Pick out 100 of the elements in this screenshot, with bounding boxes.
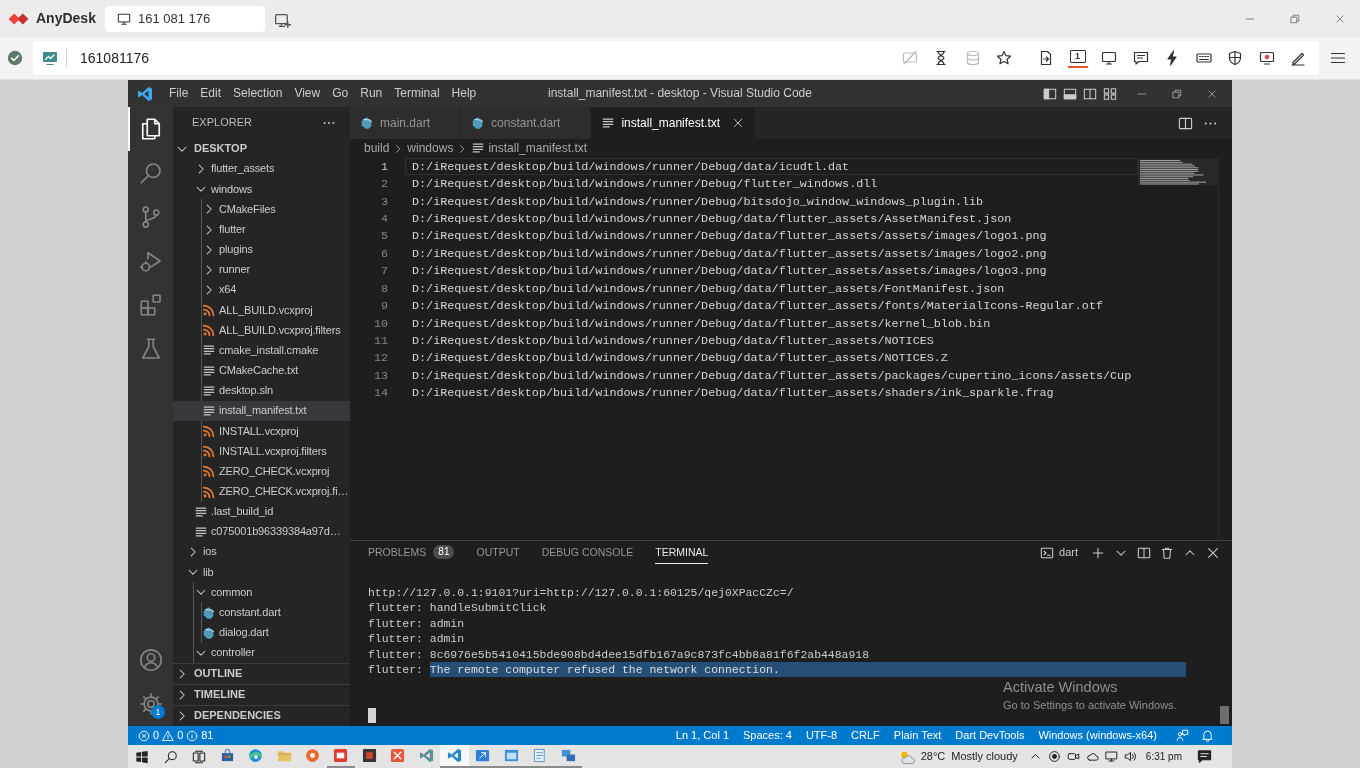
tree-item[interactable]: CMakeFiles bbox=[173, 199, 350, 220]
tree-item[interactable]: install_manifest.txt bbox=[173, 400, 350, 422]
breadcrumb[interactable]: windows bbox=[407, 141, 454, 156]
layout-columns-icon[interactable] bbox=[1083, 86, 1097, 101]
tree-item[interactable]: .last_build_id bbox=[173, 501, 350, 522]
monitor-icon[interactable] bbox=[1101, 50, 1117, 66]
search-icon[interactable] bbox=[163, 749, 178, 764]
pen-icon[interactable] bbox=[1290, 50, 1306, 66]
panel-tab[interactable]: DEBUG CONSOLE bbox=[541, 541, 634, 564]
tree-item[interactable]: flutter bbox=[173, 219, 350, 240]
split-editor-icon[interactable] bbox=[1178, 115, 1193, 131]
plus-icon[interactable] bbox=[1091, 545, 1105, 560]
session-tab[interactable]: 161 081 176 bbox=[104, 5, 265, 32]
notification-icon[interactable] bbox=[1197, 749, 1212, 764]
layout-grid-icon[interactable] bbox=[1103, 86, 1117, 101]
tree-item[interactable]: dialog.dart bbox=[173, 622, 350, 643]
bell-icon[interactable] bbox=[1201, 729, 1214, 742]
keyboard-icon[interactable] bbox=[1195, 50, 1212, 66]
status-item[interactable]: Ln 1, Col 1 bbox=[668, 728, 736, 743]
menu-item[interactable]: Run bbox=[354, 86, 389, 101]
tree-item[interactable]: controller bbox=[173, 642, 350, 663]
camera-icon[interactable] bbox=[1066, 750, 1080, 763]
tree-item[interactable]: flutter_assets bbox=[173, 159, 350, 180]
code-line: D:/iRequest/desktop/build/windows/runner/Debug/bitsdojo_window_windows_plugin.lib bbox=[412, 194, 984, 209]
file-arrow-icon[interactable] bbox=[1038, 50, 1054, 66]
tree-item[interactable]: c075001b96339384a97d… bbox=[173, 521, 350, 542]
menu-item[interactable]: View bbox=[288, 86, 327, 101]
record-icon[interactable] bbox=[1258, 50, 1275, 66]
tree-item[interactable]: constant.dart bbox=[173, 602, 350, 623]
split-icon[interactable] bbox=[1137, 545, 1151, 560]
status-item[interactable]: Spaces: 4 bbox=[736, 728, 799, 743]
layout-left-icon[interactable] bbox=[1043, 86, 1057, 101]
problems-status[interactable]: 0 0 81 bbox=[138, 728, 214, 743]
tree-item[interactable]: ZERO_CHECK.vcxproj.fi… bbox=[173, 481, 350, 502]
tree-item[interactable]: windows bbox=[173, 179, 350, 200]
file-icon bbox=[471, 116, 486, 130]
tree-item[interactable]: plugins bbox=[173, 239, 350, 260]
shield-icon[interactable] bbox=[1227, 50, 1243, 66]
section-header[interactable]: DESKTOP bbox=[173, 139, 350, 159]
close-icon[interactable] bbox=[1206, 545, 1220, 560]
breadcrumb[interactable]: build bbox=[364, 141, 390, 156]
clock[interactable]: 6:31 pm bbox=[1145, 750, 1182, 763]
status-item[interactable]: Plain Text bbox=[886, 728, 949, 743]
tree-item[interactable]: ALL_BUILD.vcxproj bbox=[173, 300, 350, 321]
hourglass-icon[interactable] bbox=[933, 50, 949, 66]
minimap[interactable] bbox=[1138, 159, 1218, 185]
speaker-icon[interactable] bbox=[1123, 750, 1137, 763]
terminal-selector[interactable]: dart bbox=[1040, 545, 1078, 560]
menu-item[interactable]: Selection bbox=[227, 86, 289, 101]
monitor-icon[interactable] bbox=[1104, 750, 1118, 763]
menu-item[interactable]: Help bbox=[445, 86, 483, 101]
address-field[interactable]: 161081176 bbox=[80, 49, 150, 67]
star-icon[interactable] bbox=[996, 50, 1012, 66]
temperature[interactable]: 28°C bbox=[920, 749, 946, 764]
editor-tab[interactable]: constant.dart bbox=[461, 107, 592, 139]
section-header[interactable]: TIMELINE bbox=[173, 684, 350, 705]
tree-item[interactable]: lib bbox=[173, 562, 350, 583]
new-tab-icon[interactable] bbox=[273, 12, 291, 29]
activity-button[interactable]: 1 bbox=[128, 682, 173, 726]
close-icon[interactable] bbox=[732, 117, 745, 129]
feedback-icon[interactable] bbox=[1176, 729, 1189, 742]
scrollbar-thumb[interactable] bbox=[1220, 706, 1229, 724]
tree-item[interactable]: ios bbox=[173, 541, 350, 563]
panel-tab[interactable]: PROBLEMS 81 bbox=[368, 541, 455, 564]
restore-icon[interactable] bbox=[1290, 13, 1300, 24]
tree-item[interactable]: runner bbox=[173, 259, 350, 280]
status-item[interactable]: Dart DevTools bbox=[948, 728, 1032, 743]
start-icon[interactable] bbox=[135, 749, 150, 764]
breadcrumb[interactable]: install_manifest.txt bbox=[471, 141, 588, 156]
cloud-icon[interactable] bbox=[1085, 750, 1099, 763]
panel-tab[interactable]: TERMINAL bbox=[655, 541, 709, 564]
tree-item[interactable]: INSTALL.vcxproj.filters bbox=[173, 441, 350, 462]
tree-item[interactable]: desktop.sln bbox=[173, 380, 350, 401]
panel-tab[interactable]: OUTPUT bbox=[476, 541, 520, 564]
restore-icon[interactable] bbox=[1172, 88, 1182, 99]
ring-dot-icon[interactable] bbox=[1047, 750, 1061, 763]
menu-icon[interactable] bbox=[1330, 50, 1346, 66]
status-item[interactable]: CRLF bbox=[844, 728, 887, 743]
layout-bottom-icon[interactable] bbox=[1063, 86, 1077, 101]
tree-item[interactable]: CMakeCache.txt bbox=[173, 360, 350, 381]
tree-item[interactable]: cmake_install.cmake bbox=[173, 340, 350, 361]
menu-item[interactable]: Edit bbox=[194, 86, 228, 101]
menu-item[interactable]: Terminal bbox=[388, 86, 446, 101]
status-item[interactable]: UTF-8 bbox=[798, 728, 845, 743]
close-icon[interactable] bbox=[1207, 88, 1217, 99]
tree-item[interactable]: x64 bbox=[173, 279, 350, 301]
task-view-icon[interactable] bbox=[191, 749, 206, 764]
section-header[interactable]: OUTLINE bbox=[173, 663, 350, 684]
trash-icon[interactable] bbox=[1160, 545, 1174, 560]
menu-item[interactable]: File bbox=[163, 86, 195, 101]
editor-tab[interactable]: install_manifest.txt bbox=[591, 107, 756, 139]
menu-item[interactable]: Go bbox=[326, 86, 355, 101]
tree-item[interactable]: INSTALL.vcxproj bbox=[173, 421, 350, 442]
chat-icon[interactable] bbox=[1132, 50, 1149, 66]
status-item[interactable]: Windows (windows-x64) bbox=[1031, 728, 1164, 743]
tree-item[interactable]: ZERO_CHECK.vcxproj bbox=[173, 461, 350, 482]
editor-tab[interactable]: main.dart bbox=[350, 107, 462, 139]
weather-condition[interactable]: Mostly cloudy bbox=[951, 749, 1018, 764]
tree-item[interactable]: common bbox=[173, 582, 350, 603]
tree-item[interactable]: ALL_BUILD.vcxproj.filters bbox=[173, 320, 350, 341]
